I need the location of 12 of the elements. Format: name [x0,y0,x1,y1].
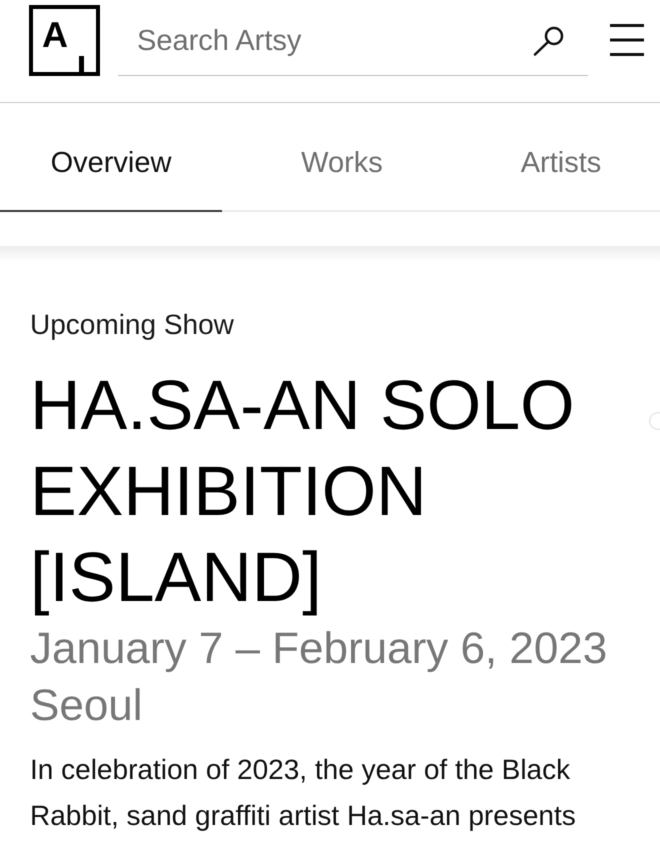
tab[interactable]: Artists [452,103,660,212]
menu-icon[interactable] [610,24,644,56]
tab[interactable]: Overview [0,103,222,212]
search-field[interactable]: Search Artsy [118,8,588,76]
tab[interactable]: Works [222,103,452,212]
show-dates: January 7 – February 6, 2023 [30,623,608,675]
show-description: In celebration of 2023, the year of the Black Rabbit, sand graffiti artist Ha.sa-an presents [30,753,577,833]
show-status: Upcoming Show [30,309,234,341]
logo-link[interactable]: A [29,5,100,76]
show-location: Seoul [30,680,143,732]
search-icon[interactable] [533,26,565,56]
show-title: HA.SA-AN SOLO EXHIBITION [ISLAND] [30,365,576,618]
